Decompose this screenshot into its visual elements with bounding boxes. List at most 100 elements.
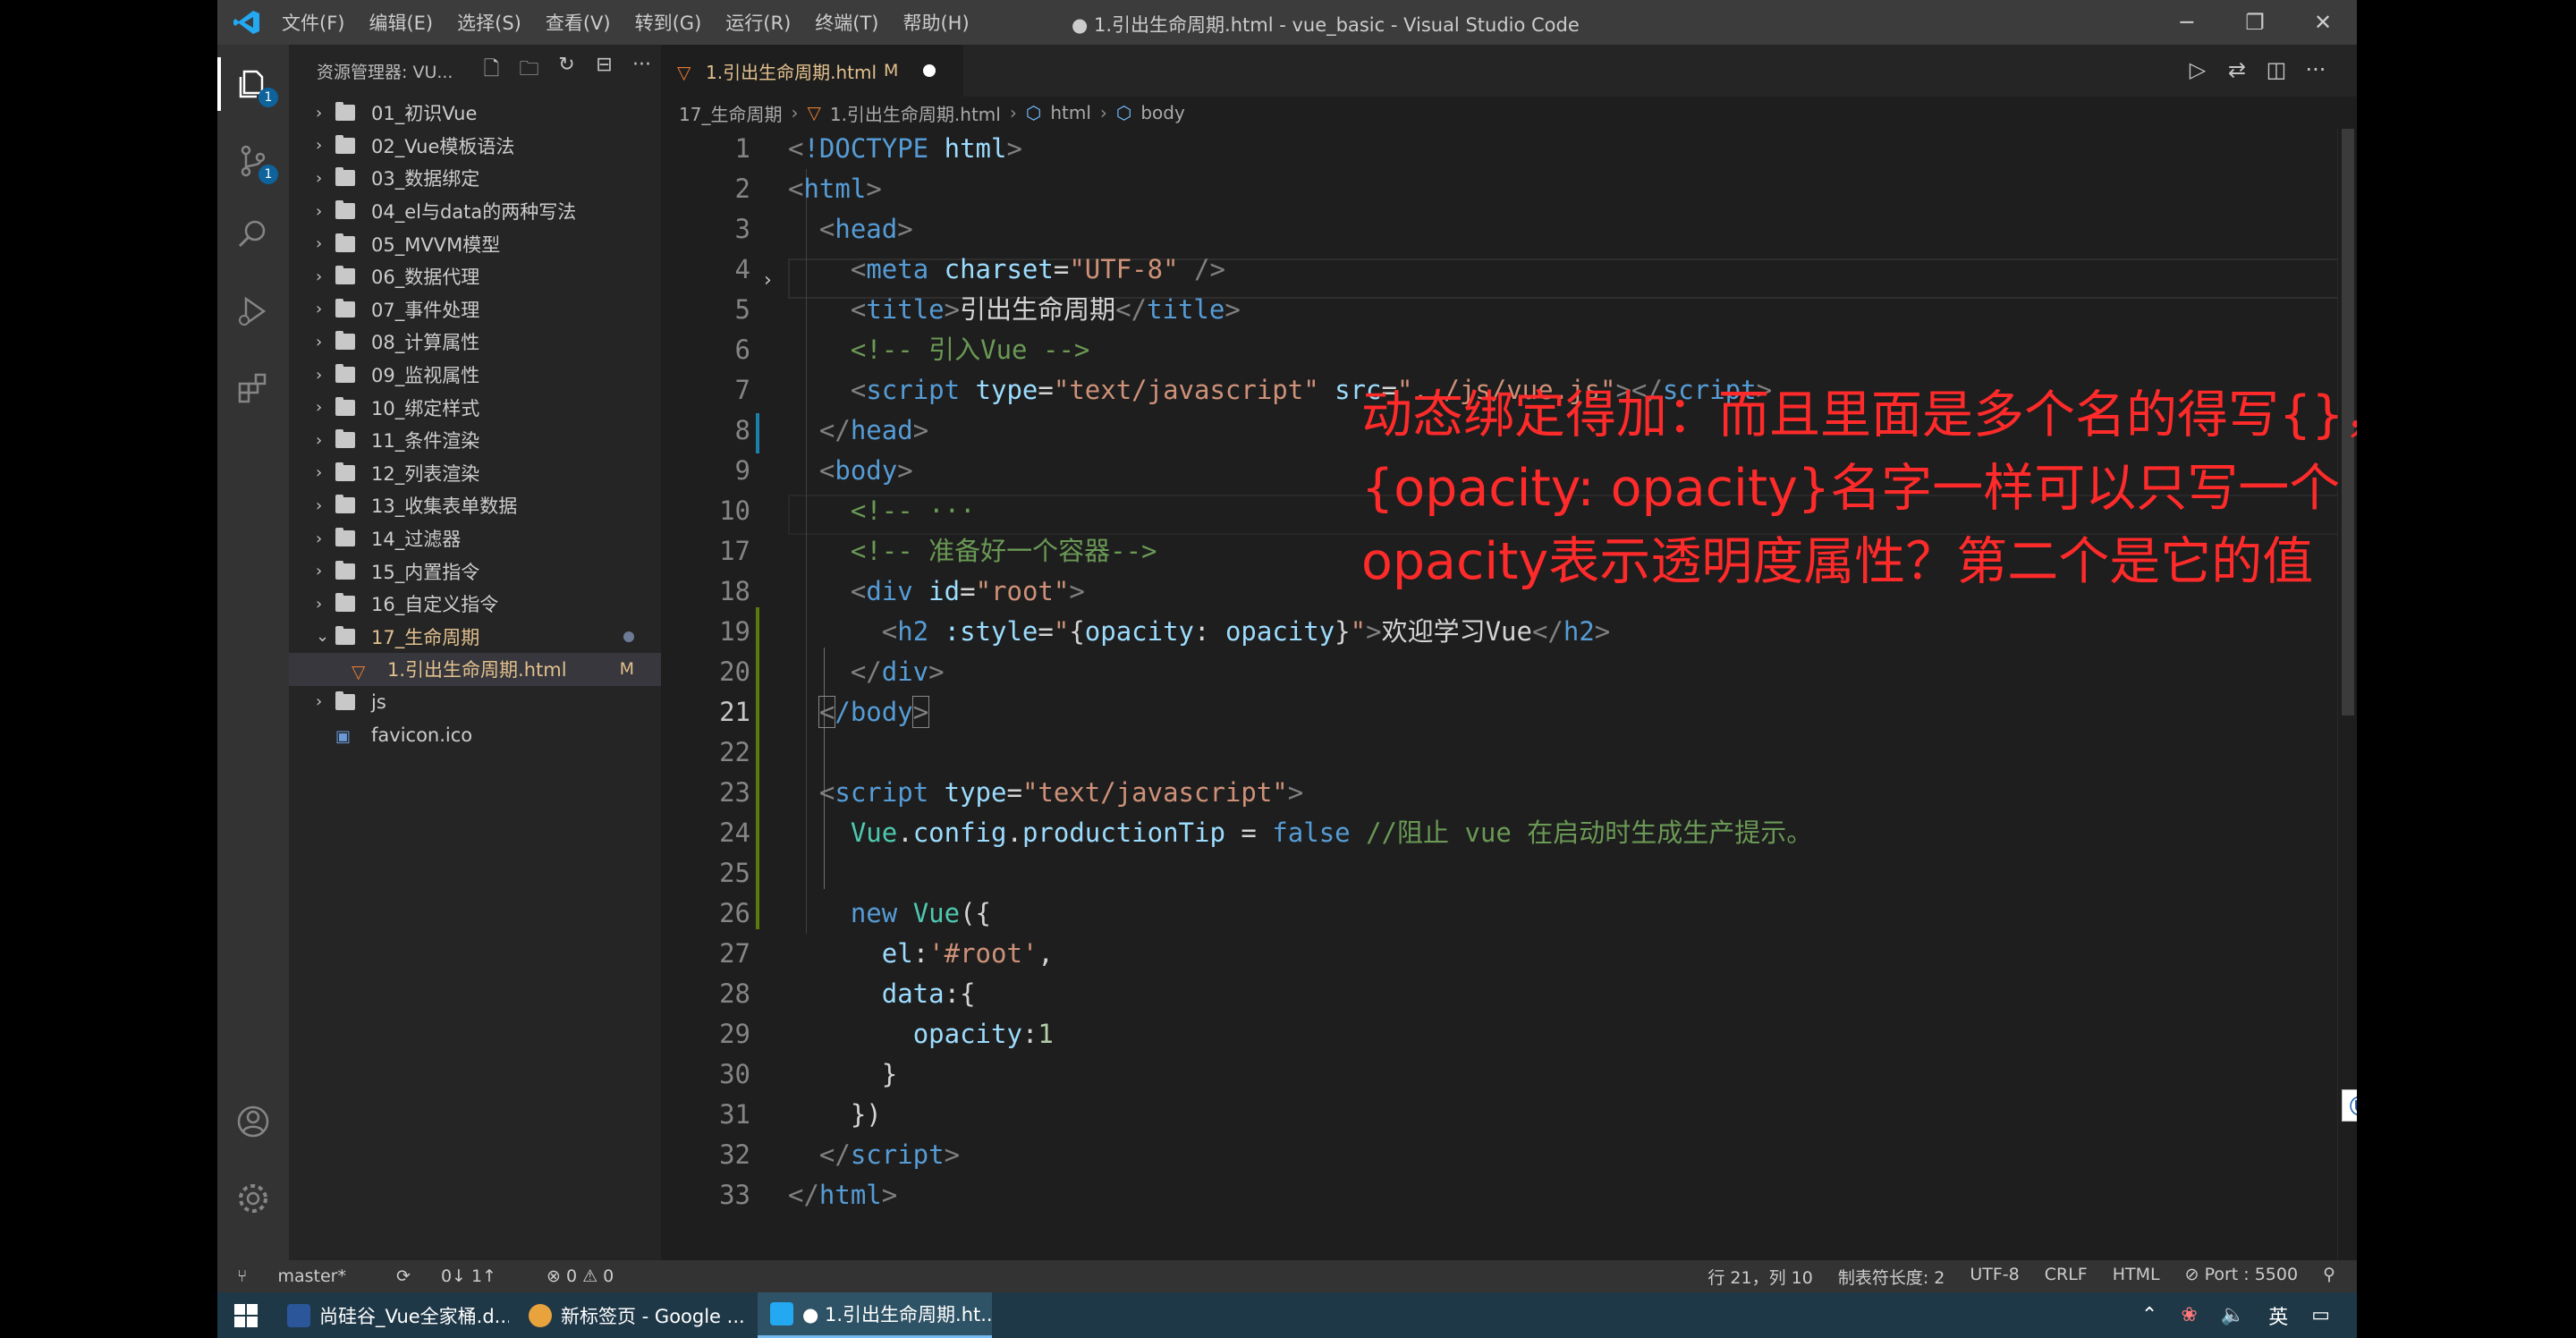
window-title: ● 1.引出生命周期.html - vue_basic - Visual Stu… — [1072, 14, 1580, 36]
breadcrumb-html[interactable]: html — [1050, 102, 1091, 123]
cursor-position[interactable]: 行 21，列 10 — [1707, 1265, 1812, 1289]
menu-edit[interactable]: 编辑(E) — [369, 9, 433, 36]
branch-indicator[interactable]: ⑂ master* — [237, 1266, 371, 1286]
explorer-header: 资源管理器: VU... 🗋 🗀 ↻ ⊟ ··· — [289, 45, 661, 97]
code-line: <html> — [788, 174, 882, 204]
taskbar-vscode[interactable]: ● 1.引出生命周期.ht... — [758, 1292, 992, 1338]
source-control-icon[interactable]: 1 — [233, 141, 278, 184]
menu-file[interactable]: 文件(F) — [282, 9, 344, 36]
tab-size[interactable]: 制表符长度: 2 — [1838, 1265, 1945, 1289]
menu-view[interactable]: 查看(V) — [546, 9, 611, 36]
tree-folder[interactable]: › 02_Vue模板语法 — [289, 130, 661, 163]
menu-bar: 文件(F) 编辑(E) 选择(S) 查看(V) 转到(G) 运行(R) 终端(T… — [282, 0, 994, 45]
folder-icon — [335, 167, 355, 187]
chevron-down-icon: ⌄ — [316, 627, 330, 647]
chevron-right-icon: › — [1099, 102, 1107, 123]
close-button[interactable]: ✕ — [2289, 0, 2357, 45]
breadcrumb-folder[interactable]: 17_生命周期 — [679, 100, 782, 126]
tree-folder[interactable]: › 15_内置指令 — [289, 555, 661, 588]
tree-folder[interactable]: › 03_数据绑定 — [289, 162, 661, 195]
tree-folder[interactable]: › 08_计算属性 — [289, 326, 661, 359]
taskbar-chrome[interactable]: 新标签页 - Google ... — [516, 1292, 750, 1338]
folder-icon — [335, 200, 355, 220]
tree-folder[interactable]: › 13_收集表单数据 — [289, 489, 661, 522]
tree-folder[interactable]: › 01_初识Vue — [289, 97, 661, 130]
accounts-icon[interactable] — [233, 1102, 273, 1141]
sync-indicator[interactable]: ⟳ 0↓ 1↑ — [396, 1266, 521, 1286]
breadcrumb-file[interactable]: 1.引出生命周期.html — [830, 100, 1001, 126]
vscode-window: 文件(F) 编辑(E) 选择(S) 查看(V) 转到(G) 运行(R) 终端(T… — [217, 0, 2357, 1338]
more-actions-icon[interactable]: ··· — [2296, 57, 2335, 82]
taskbar-word[interactable]: 尚硅谷_Vue全家桶.d... — [275, 1292, 509, 1338]
tree-folder[interactable]: › 04_el与data的两种写法 — [289, 195, 661, 228]
folder-icon — [335, 298, 355, 318]
tree-folder[interactable]: › 14_过滤器 — [289, 522, 661, 555]
tree-folder[interactable]: › 11_条件渲染 — [289, 424, 661, 457]
refresh-icon[interactable]: ↻ — [547, 54, 585, 88]
more-actions-icon[interactable]: ··· — [623, 54, 660, 88]
explorer-badge: 1 — [258, 88, 278, 107]
app-tray-icon[interactable]: ❀ — [2181, 1304, 2197, 1326]
tree-folder[interactable]: › 16_自定义指令 — [289, 588, 661, 621]
encoding[interactable]: UTF-8 — [1970, 1265, 2019, 1289]
new-file-icon[interactable]: 🗋 — [472, 54, 510, 88]
feedback-icon[interactable]: ⚲ — [2323, 1265, 2335, 1289]
notification-icon[interactable]: ▭ — [2311, 1304, 2330, 1326]
tree-folder[interactable]: › 10_绑定样式 — [289, 391, 661, 424]
live-server-port[interactable]: ⊘ Port : 5500 — [2185, 1265, 2298, 1289]
tree-folder[interactable]: › js — [289, 686, 661, 719]
menu-terminal[interactable]: 终端(T) — [815, 9, 878, 36]
ime-toolbar[interactable]: Ⓤ 英 ☽ °, ⌨ ● 🔧 — [2342, 1089, 2357, 1122]
folder-icon — [335, 134, 355, 154]
settings-gear-icon[interactable] — [233, 1179, 273, 1218]
git-branch-icon: ⑂ — [237, 1266, 253, 1286]
new-folder-icon[interactable]: 🗀 — [510, 54, 547, 88]
tree-folder[interactable]: › 12_列表渲染 — [289, 457, 661, 490]
explorer-icon[interactable]: 1 — [217, 57, 278, 111]
breadcrumb-body[interactable]: body — [1140, 102, 1184, 123]
menu-selection[interactable]: 选择(S) — [457, 9, 521, 36]
tree-folder[interactable]: › 07_事件处理 — [289, 293, 661, 326]
minimize-button[interactable]: ─ — [2153, 0, 2221, 45]
split-editor-icon[interactable]: ◫ — [2257, 57, 2296, 82]
search-icon[interactable] — [233, 215, 273, 254]
tree-folder[interactable]: › 05_MVVM模型 — [289, 227, 661, 260]
tree-folder[interactable]: › 09_监视属性 — [289, 359, 661, 392]
tree-file[interactable]: ▣ favicon.ico — [289, 718, 661, 751]
tree-folder-open[interactable]: ⌄ 17_生命周期 — [289, 621, 661, 654]
chevron-right-icon: › — [316, 692, 323, 712]
system-tray: ⌃ ❀ 🔈 英 ▭ — [2118, 1301, 2330, 1330]
tree-file-selected[interactable]: ▽ 1.引出生命周期.html M — [289, 653, 661, 686]
explorer-title: 资源管理器: VU... — [317, 62, 453, 82]
run-icon[interactable]: ▷ — [2178, 57, 2217, 82]
chevron-right-icon: › — [316, 168, 323, 188]
vscode-icon — [770, 1302, 793, 1325]
tree-folder[interactable]: › 06_数据代理 — [289, 260, 661, 293]
code-line: </head> — [818, 415, 929, 445]
ime-indicator[interactable]: 英 — [2268, 1301, 2288, 1330]
menu-help[interactable]: 帮助(H) — [902, 9, 969, 36]
fold-chevron-icon[interactable]: › — [764, 269, 772, 292]
image-file-icon: ▣ — [335, 726, 352, 746]
code-editor[interactable]: › 1 2 3 4 5 6 7 8 9 10 17 18 19 20 21 22… — [661, 129, 2357, 1260]
menu-run[interactable]: 运行(R) — [725, 9, 791, 36]
collapse-all-icon[interactable]: ⊟ — [585, 54, 623, 88]
added-lines-marker — [756, 607, 759, 929]
restore-button[interactable]: ❐ — [2221, 0, 2289, 45]
compare-changes-icon[interactable]: ⇄ — [2217, 57, 2257, 82]
problems-indicator[interactable]: ⊗ 0 ⚠ 0 — [547, 1266, 614, 1286]
activity-bar: 1 1 — [217, 45, 289, 1260]
chevron-right-icon: › — [791, 102, 799, 123]
windows-start-icon[interactable] — [217, 1292, 275, 1338]
unsaved-dot-icon[interactable] — [923, 64, 936, 77]
language-mode[interactable]: HTML — [2113, 1265, 2160, 1289]
extensions-icon[interactable] — [233, 368, 273, 408]
volume-icon[interactable]: 🔈 — [2221, 1304, 2245, 1326]
folder-icon — [335, 331, 355, 351]
menu-go[interactable]: 转到(G) — [635, 9, 702, 36]
run-debug-icon[interactable] — [233, 292, 273, 331]
chevron-up-icon[interactable]: ⌃ — [2141, 1304, 2157, 1326]
code-line: data:{ — [881, 978, 976, 1009]
editor-tab-active[interactable]: ▽ 1.引出生命周期.html M — [661, 45, 963, 97]
line-ending[interactable]: CRLF — [2045, 1265, 2088, 1289]
